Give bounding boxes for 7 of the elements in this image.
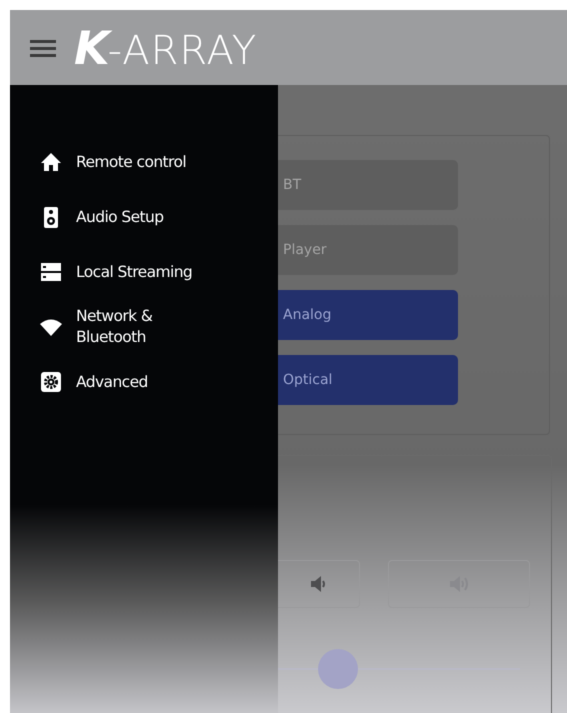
menu-icon[interactable] [30,38,58,56]
brand-logo: K-ARRAY [74,20,258,74]
slider-thumb[interactable] [318,649,358,689]
volume-up-button[interactable] [388,560,530,608]
home-icon [40,151,62,173]
server-icon [40,261,62,283]
gear-icon [40,371,62,393]
